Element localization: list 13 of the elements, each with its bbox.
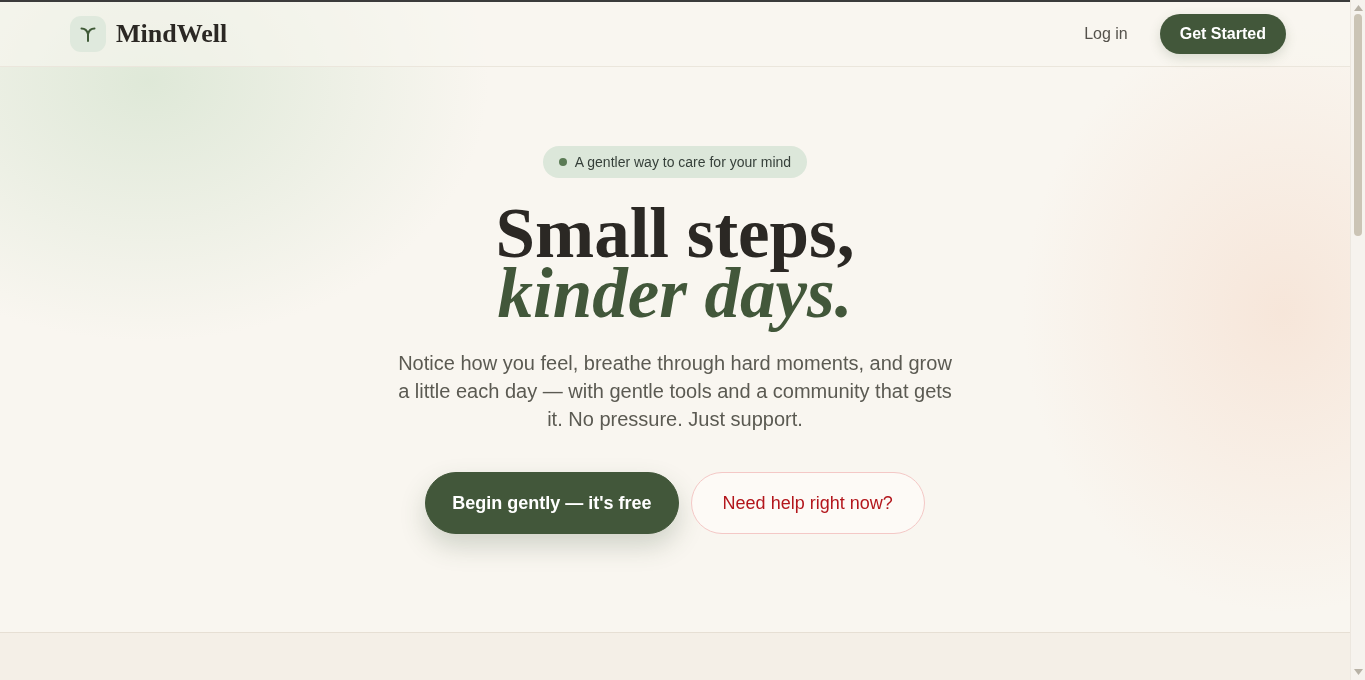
status-dot-icon bbox=[558, 158, 567, 166]
tagline-text: A gentler way to care for your mind bbox=[574, 153, 792, 171]
intro-paragraph: Notice how you feel, breathe through hard moments, and grow a little each day — with gentle tools and a community that gets it. No pressure. Just support. bbox=[397, 351, 953, 432]
get-started-button[interactable]: Get Started bbox=[1159, 14, 1286, 54]
scroll-down-icon[interactable] bbox=[1353, 669, 1363, 675]
sprout-logo-icon bbox=[70, 16, 106, 52]
begin-button[interactable]: Begin gently — it's free bbox=[425, 472, 679, 534]
help-button[interactable]: Need help right now? bbox=[690, 472, 925, 534]
login-link[interactable]: Log in bbox=[1084, 24, 1128, 44]
brand-name: MindWell bbox=[116, 18, 228, 50]
scrollbar[interactable] bbox=[1350, 0, 1365, 680]
scroll-up-icon[interactable] bbox=[1353, 5, 1363, 11]
scrollbar-thumb[interactable] bbox=[1354, 14, 1362, 236]
